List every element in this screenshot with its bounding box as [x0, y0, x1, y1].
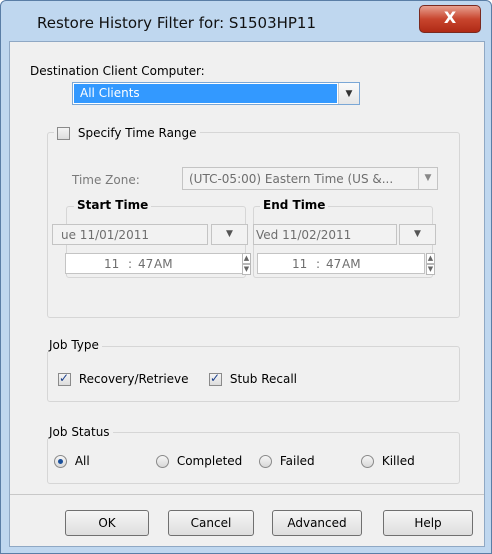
specify-time-range-row[interactable]: Specify Time Range — [54, 126, 200, 140]
title-bar[interactable]: Restore History Filter for: S1503HP11 X — [1, 1, 491, 41]
end-date-value: Ved 11/02/2011 — [256, 228, 352, 242]
start-time-spin-up-icon[interactable]: ▲ — [242, 253, 251, 264]
cancel-button[interactable]: Cancel — [168, 510, 254, 536]
start-time-spin-down-icon[interactable]: ▼ — [242, 264, 251, 275]
timezone-value: (UTC-05:00) Eastern Time (US &... — [189, 172, 394, 186]
window-title: Restore History Filter for: S1503HP11 — [37, 14, 317, 32]
end-hour: 11 — [292, 257, 308, 271]
recovery-retrieve-option[interactable]: Recovery/Retrieve — [58, 371, 189, 386]
start-date-picker-button[interactable]: ▼ — [211, 224, 248, 245]
end-minute: 47 — [326, 257, 342, 271]
button-row-divider — [10, 494, 484, 495]
job-type-legend: Job Type — [46, 338, 102, 352]
end-date-field[interactable]: Ved 11/02/2011 — [253, 224, 397, 245]
dialog-body: Destination Client Computer: All Clients… — [9, 41, 485, 547]
timezone-label: Time Zone: — [72, 173, 140, 187]
job-status-legend: Job Status — [46, 425, 113, 439]
stub-recall-checkbox[interactable] — [209, 371, 222, 386]
destination-selected-value: All Clients — [74, 84, 337, 103]
end-date-picker-button[interactable]: ▼ — [399, 224, 436, 245]
specify-time-range-checkbox[interactable] — [57, 127, 70, 140]
start-date-field[interactable]: ue 11/01/2011 — [52, 224, 208, 245]
end-time-field[interactable]: 11 : 47 AM — [257, 253, 425, 274]
chevron-down-icon[interactable]: ▼ — [338, 83, 359, 104]
dialog-window: Restore History Filter for: S1503HP11 X … — [0, 0, 492, 554]
start-time-legend: Start Time — [74, 198, 152, 212]
start-date-value: ue 11/01/2011 — [61, 228, 149, 242]
timezone-dropdown[interactable]: (UTC-05:00) Eastern Time (US &... ▼ — [182, 167, 438, 190]
status-completed-radio[interactable] — [156, 455, 169, 468]
status-killed-label: Killed — [381, 454, 415, 468]
close-button[interactable]: X — [419, 5, 481, 33]
start-minute: 47 — [138, 257, 154, 271]
close-icon: X — [443, 8, 457, 27]
chevron-down-icon: ▼ — [414, 229, 421, 239]
help-button[interactable]: Help — [383, 510, 473, 536]
specify-time-range-label: Specify Time Range — [77, 126, 197, 140]
chevron-down-icon[interactable]: ▼ — [418, 168, 437, 189]
end-time-separator: : — [316, 257, 321, 271]
recovery-retrieve-checkbox[interactable] — [58, 371, 71, 386]
advanced-button[interactable]: Advanced — [272, 510, 362, 536]
stub-recall-option[interactable]: Stub Recall — [209, 371, 297, 386]
end-time-legend: End Time — [260, 198, 329, 212]
ok-button[interactable]: OK — [65, 510, 149, 536]
status-failed-label: Failed — [279, 454, 315, 468]
status-all-radio[interactable] — [54, 455, 67, 468]
chevron-down-icon: ▼ — [226, 229, 233, 239]
status-killed-radio[interactable] — [361, 455, 374, 468]
end-ampm: AM — [342, 257, 361, 271]
stub-recall-label: Stub Recall — [229, 372, 297, 386]
status-completed-option[interactable]: Completed — [156, 454, 242, 468]
recovery-retrieve-label: Recovery/Retrieve — [78, 372, 189, 386]
status-completed-label: Completed — [176, 454, 243, 468]
end-time-spin-up-icon[interactable]: ▲ — [426, 253, 435, 264]
end-time-spin-down-icon[interactable]: ▼ — [426, 264, 435, 275]
start-time-separator: : — [128, 257, 133, 271]
start-hour: 11 — [104, 257, 120, 271]
status-failed-option[interactable]: Failed — [259, 454, 315, 468]
start-time-field[interactable]: 11 : 47 AM — [65, 253, 243, 274]
status-failed-radio[interactable] — [259, 455, 272, 468]
status-killed-option[interactable]: Killed — [361, 454, 415, 468]
start-ampm: AM — [154, 257, 173, 271]
status-all-label: All — [74, 454, 90, 468]
status-all-option[interactable]: All — [54, 454, 90, 468]
destination-label: Destination Client Computer: — [30, 64, 205, 78]
destination-client-dropdown[interactable]: All Clients ▼ — [72, 82, 360, 105]
